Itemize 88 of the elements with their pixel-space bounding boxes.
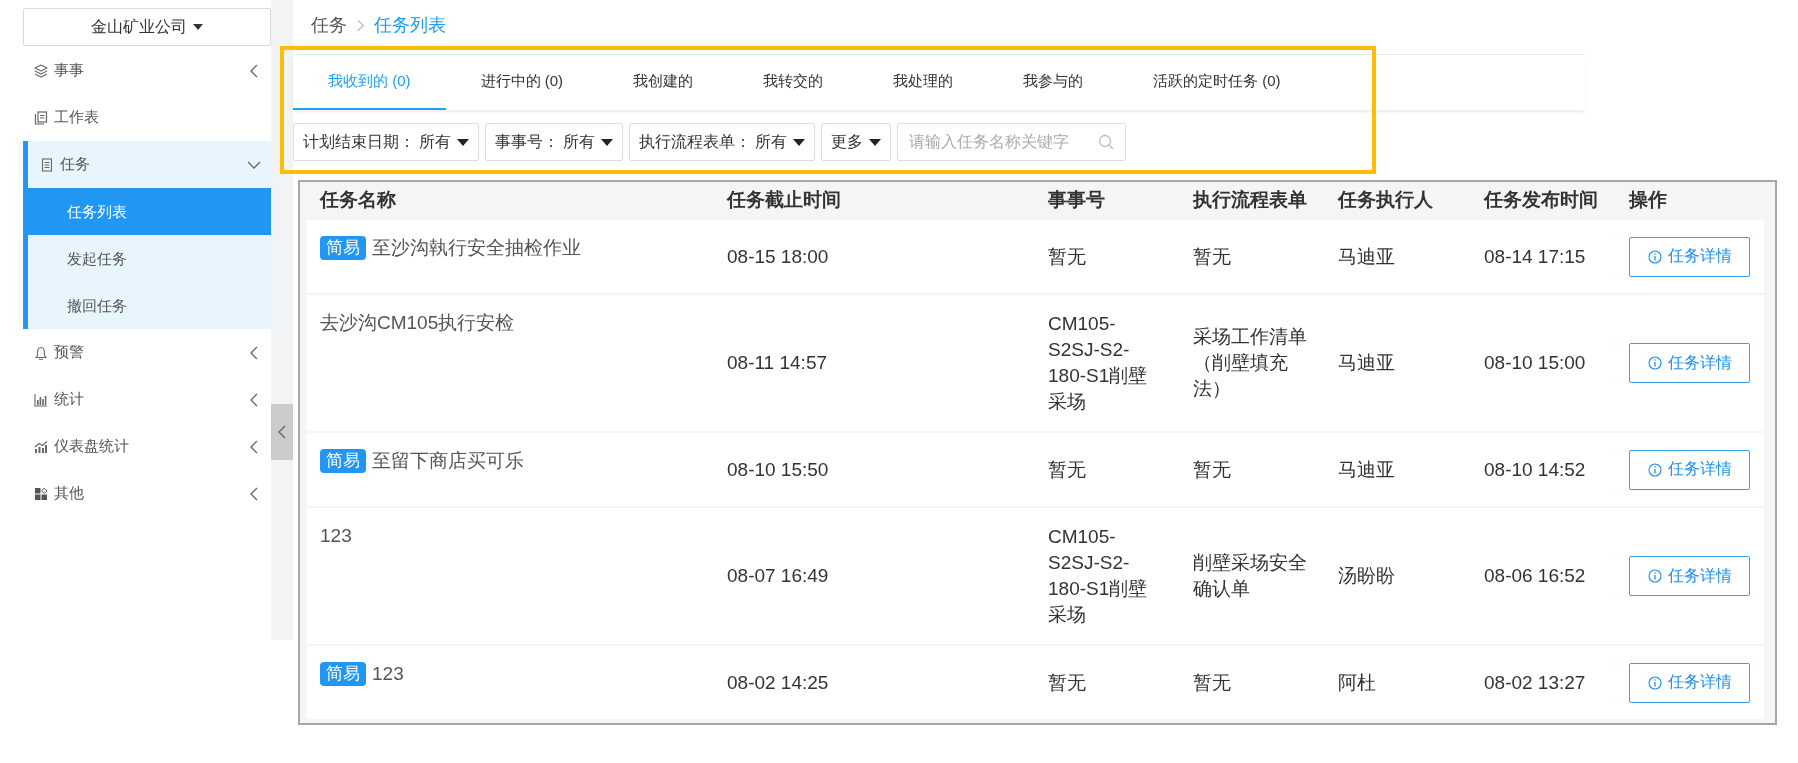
tab[interactable]: 我创建的: [598, 55, 728, 110]
menu-item[interactable]: 工作表: [23, 94, 271, 141]
task-name: 至留下商店买可乐: [372, 449, 524, 473]
deadline-time: 08-07 16:49: [727, 565, 829, 586]
column-header: 任务截止时间: [725, 188, 842, 212]
publish-time: 08-10 15:00: [1484, 352, 1586, 373]
matter-number: 暂无: [1048, 457, 1087, 482]
task-name: 至沙沟執行安全抽检作业: [372, 236, 581, 260]
filter-dropdown[interactable]: 更多: [821, 123, 891, 161]
task-name: 123: [372, 662, 404, 686]
assignee-name: 马迪亚: [1338, 245, 1395, 267]
menu-item[interactable]: 事事: [23, 47, 271, 94]
filter-dropdown[interactable]: 执行流程表单： 所有: [629, 123, 815, 161]
tab[interactable]: 活跃的定时任务 (0): [1118, 55, 1316, 110]
menu-item[interactable]: 任务: [28, 141, 271, 188]
matter-number: 暂无: [1048, 670, 1087, 695]
type-tag: 简易: [320, 236, 366, 260]
tab[interactable]: 我参与的: [988, 55, 1118, 110]
tab[interactable]: 我处理的: [858, 55, 988, 110]
filter-dropdown[interactable]: 事事号： 所有: [485, 123, 623, 161]
type-tag: 简易: [320, 449, 366, 473]
form-name: 采场工作清单（削壁填充法）: [1193, 325, 1308, 401]
collapse-handle[interactable]: [271, 404, 293, 460]
caret-icon: [601, 138, 613, 146]
assignee-name: 阿杜: [1338, 671, 1376, 693]
info-icon: [1647, 462, 1662, 477]
breadcrumb-link[interactable]: 任务: [311, 13, 347, 37]
caret-icon: [193, 24, 203, 30]
task-details-button[interactable]: 任务详情: [1629, 236, 1750, 277]
bell-icon: [34, 345, 48, 360]
company-selector[interactable]: 金山矿业公司: [23, 8, 271, 46]
assignee-name: 汤盼盼: [1338, 565, 1395, 586]
publish-time: 08-06 16:52: [1484, 565, 1586, 586]
form-name: 暂无: [1193, 244, 1232, 269]
caret-icon: [457, 138, 469, 146]
deadline-time: 08-11 14:57: [727, 352, 827, 373]
submenu-item[interactable]: 撤回任务: [28, 282, 271, 329]
task-details-button[interactable]: 任务详情: [1629, 662, 1750, 703]
form-name: 暂无: [1193, 670, 1232, 695]
chevron-left-icon: [278, 425, 286, 439]
task-name: 123: [320, 524, 352, 548]
form-name: 削壁采场安全确认单: [1193, 551, 1308, 601]
caret-icon: [793, 138, 805, 146]
column-header: 任务执行人: [1336, 188, 1434, 212]
column-header: 操作: [1627, 188, 1668, 212]
task-name: 去沙沟CM105执行安检: [320, 311, 515, 335]
column-header: 事事号: [1047, 188, 1106, 212]
search-icon: [1098, 134, 1114, 150]
column-header: 任务发布时间: [1482, 188, 1599, 212]
info-icon: [1647, 675, 1662, 690]
chevron-right-icon: [357, 18, 364, 32]
search-field[interactable]: 请输入任务名称关键字: [897, 123, 1126, 161]
task-details-button[interactable]: 任务详情: [1629, 343, 1750, 383]
deadline-time: 08-15 18:00: [727, 245, 829, 267]
column-header: 执行流程表单: [1191, 188, 1308, 212]
submenu-item[interactable]: 发起任务: [28, 235, 271, 282]
publish-time: 08-02 13:27: [1484, 671, 1586, 693]
apps-grid-icon: [34, 486, 48, 501]
form-name: 暂无: [1193, 457, 1232, 482]
tab[interactable]: 进行中的 (0): [445, 55, 598, 110]
menu-item[interactable]: 预警: [23, 329, 271, 376]
matter-number: CM105-S2SJ-S2-180-S1削壁采场: [1048, 312, 1149, 414]
filter-dropdown[interactable]: 计划结束日期： 所有: [293, 123, 479, 161]
publish-time: 08-14 17:15: [1484, 245, 1586, 267]
info-icon: [1647, 249, 1662, 264]
assignee-name: 马迪亚: [1338, 458, 1395, 480]
menu-item[interactable]: 统计: [23, 376, 271, 423]
menu-item[interactable]: 其他: [23, 470, 271, 517]
tab[interactable]: 我转交的: [728, 55, 858, 110]
info-icon: [1647, 356, 1662, 370]
column-header: 任务名称: [318, 188, 397, 212]
copy-icon: [34, 110, 48, 125]
menu-item[interactable]: 仪表盘统计: [23, 423, 271, 470]
type-tag: 简易: [320, 662, 366, 686]
publish-time: 08-10 14:52: [1484, 458, 1586, 480]
layers-icon: [34, 63, 48, 78]
document-icon: [40, 157, 54, 172]
deadline-time: 08-02 14:25: [727, 671, 829, 693]
task-details-button[interactable]: 任务详情: [1629, 556, 1750, 596]
matter-number: CM105-S2SJ-S2-180-S1削壁采场: [1048, 525, 1149, 627]
deadline-time: 08-10 15:50: [727, 458, 829, 480]
matter-number: 暂无: [1048, 244, 1087, 269]
task-details-button[interactable]: 任务详情: [1629, 449, 1750, 490]
caret-icon: [869, 138, 881, 146]
bar-chart-icon: [34, 392, 48, 407]
assignee-name: 马迪亚: [1338, 352, 1395, 373]
trend-chart-icon: [34, 439, 48, 454]
info-icon: [1647, 569, 1662, 583]
